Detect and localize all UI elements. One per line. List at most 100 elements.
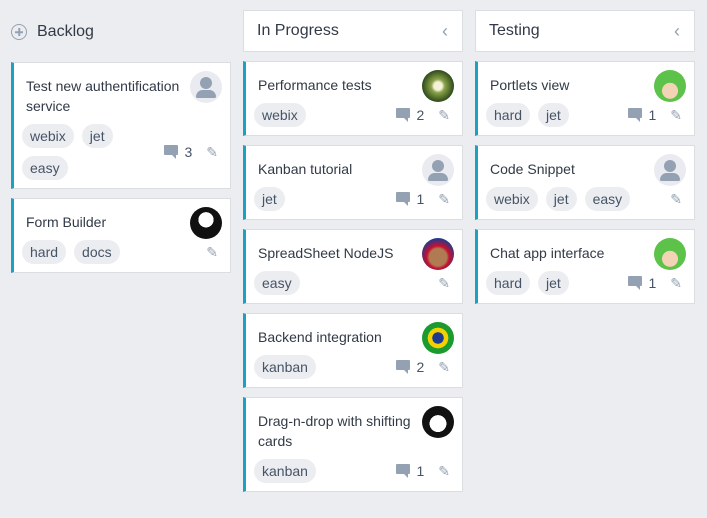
- comment-icon[interactable]: [628, 276, 643, 290]
- task-card[interactable]: SpreadSheet NodeJS easy ✎: [243, 229, 463, 304]
- card-footer: hard jet 1 ✎: [478, 263, 694, 303]
- tag: easy: [584, 187, 631, 211]
- comment-count: 1: [416, 191, 425, 207]
- tag-list: webix jet easy: [22, 124, 164, 180]
- task-card[interactable]: Drag-n-drop with shifting cards kanban 1 ✎: [243, 397, 463, 492]
- comment-icon[interactable]: [396, 360, 411, 374]
- tag: jet: [538, 271, 569, 295]
- card-footer: kanban 2 ✎: [246, 347, 462, 387]
- tag-list: hard docs: [22, 240, 120, 264]
- user-placeholder-icon: [190, 71, 222, 103]
- tag: easy: [254, 271, 300, 295]
- tag: kanban: [254, 355, 316, 379]
- comment-count: 1: [648, 107, 657, 123]
- task-card[interactable]: Test new authentification service webix je…: [11, 62, 231, 189]
- column-backlog: Backlog Test new authentification servic…: [11, 0, 231, 273]
- card-meta: ✎: [198, 244, 218, 261]
- task-card[interactable]: Chat app interface hard jet 1 ✎: [475, 229, 695, 304]
- avatar: [654, 70, 686, 102]
- tag: webix: [254, 103, 306, 127]
- card-footer: hard docs ✎: [14, 232, 230, 272]
- edit-icon[interactable]: ✎: [670, 275, 682, 292]
- task-card[interactable]: Kanban tutorial jet 1 ✎: [243, 145, 463, 220]
- column-title: Testing: [489, 22, 540, 39]
- edit-icon[interactable]: ✎: [670, 191, 682, 208]
- comment-icon[interactable]: [396, 108, 411, 122]
- card-meta: 2 ✎: [396, 359, 450, 376]
- comment-icon[interactable]: [164, 145, 179, 159]
- tag-list: webix: [254, 103, 306, 127]
- avatar: [422, 406, 454, 438]
- tag: hard: [22, 240, 67, 264]
- task-card[interactable]: Performance tests webix 2 ✎: [243, 61, 463, 136]
- tag: jet: [545, 187, 577, 211]
- tag: easy: [22, 156, 68, 180]
- avatar: [654, 238, 686, 270]
- edit-icon[interactable]: ✎: [438, 359, 450, 376]
- card-meta: 2 ✎: [396, 107, 450, 124]
- task-card[interactable]: Form Builder hard docs ✎: [11, 198, 231, 273]
- user-placeholder-icon: [654, 154, 686, 186]
- card-meta: 1 ✎: [396, 191, 450, 208]
- card-footer: webix jet easy 3 ✎: [14, 116, 230, 188]
- edit-icon[interactable]: ✎: [438, 463, 450, 480]
- card-footer: easy ✎: [246, 263, 462, 303]
- card-meta: 3 ✎: [164, 144, 218, 161]
- task-card[interactable]: Backend integration kanban 2 ✎: [243, 313, 463, 388]
- edit-icon[interactable]: ✎: [438, 275, 450, 292]
- comment-icon[interactable]: [628, 108, 643, 122]
- tag-list: webix jet easy: [486, 187, 631, 211]
- tag: webix: [22, 124, 74, 148]
- column-in-progress: In Progress ‹ Performance tests webix 2 ✎ Ka…: [243, 0, 463, 492]
- task-card[interactable]: Code Snippet webix jet easy ✎: [475, 145, 695, 220]
- card-footer: hard jet 1 ✎: [478, 95, 694, 135]
- card-footer: jet 1 ✎: [246, 179, 462, 219]
- tag: jet: [254, 187, 285, 211]
- tag-list: kanban: [254, 355, 316, 379]
- edit-icon[interactable]: ✎: [206, 144, 218, 161]
- tag-list: kanban: [254, 459, 316, 483]
- chevron-left-icon[interactable]: ‹: [442, 21, 448, 42]
- chevron-left-icon[interactable]: ‹: [674, 21, 680, 42]
- tag: kanban: [254, 459, 316, 483]
- tag: hard: [486, 271, 531, 295]
- comment-count: 3: [184, 144, 193, 160]
- tag: hard: [486, 103, 531, 127]
- comment-count: 1: [648, 275, 657, 291]
- tag: docs: [74, 240, 120, 264]
- comment-icon[interactable]: [396, 192, 411, 206]
- task-card[interactable]: Portlets view hard jet 1 ✎: [475, 61, 695, 136]
- add-icon[interactable]: [11, 24, 27, 40]
- tag-list: hard jet: [486, 103, 569, 127]
- comment-count: 1: [416, 463, 425, 479]
- card-footer: webix 2 ✎: [246, 95, 462, 135]
- edit-icon[interactable]: ✎: [670, 107, 682, 124]
- column-header: Backlog: [11, 11, 231, 53]
- column-header: Testing ‹: [475, 10, 695, 52]
- card-footer: webix jet easy ✎: [478, 179, 694, 219]
- edit-icon[interactable]: ✎: [438, 191, 450, 208]
- comment-count: 2: [416, 359, 425, 375]
- card-meta: 1 ✎: [628, 275, 682, 292]
- card-meta: ✎: [430, 275, 450, 292]
- column-title: Backlog: [37, 23, 94, 40]
- tag-list: hard jet: [486, 271, 569, 295]
- edit-icon[interactable]: ✎: [438, 107, 450, 124]
- tag: jet: [538, 103, 569, 127]
- column-title: In Progress: [257, 22, 339, 39]
- tag: jet: [81, 124, 113, 148]
- card-list: Portlets view hard jet 1 ✎ Code Snippet webix j…: [475, 61, 695, 304]
- card-meta: 1 ✎: [628, 107, 682, 124]
- card-list: Performance tests webix 2 ✎ Kanban tutorial j…: [243, 61, 463, 492]
- edit-icon[interactable]: ✎: [206, 244, 218, 261]
- tag: webix: [486, 187, 538, 211]
- card-list: Test new authentification service webix je…: [11, 62, 231, 273]
- comment-icon[interactable]: [396, 464, 411, 478]
- column-testing: Testing ‹ Portlets view hard jet 1 ✎ Code Sni…: [475, 0, 695, 304]
- tag-list: easy: [254, 271, 300, 295]
- card-footer: kanban 1 ✎: [246, 451, 462, 491]
- comment-count: 2: [416, 107, 425, 123]
- avatar: [422, 70, 454, 102]
- tag-list: jet: [254, 187, 285, 211]
- avatar: [422, 238, 454, 270]
